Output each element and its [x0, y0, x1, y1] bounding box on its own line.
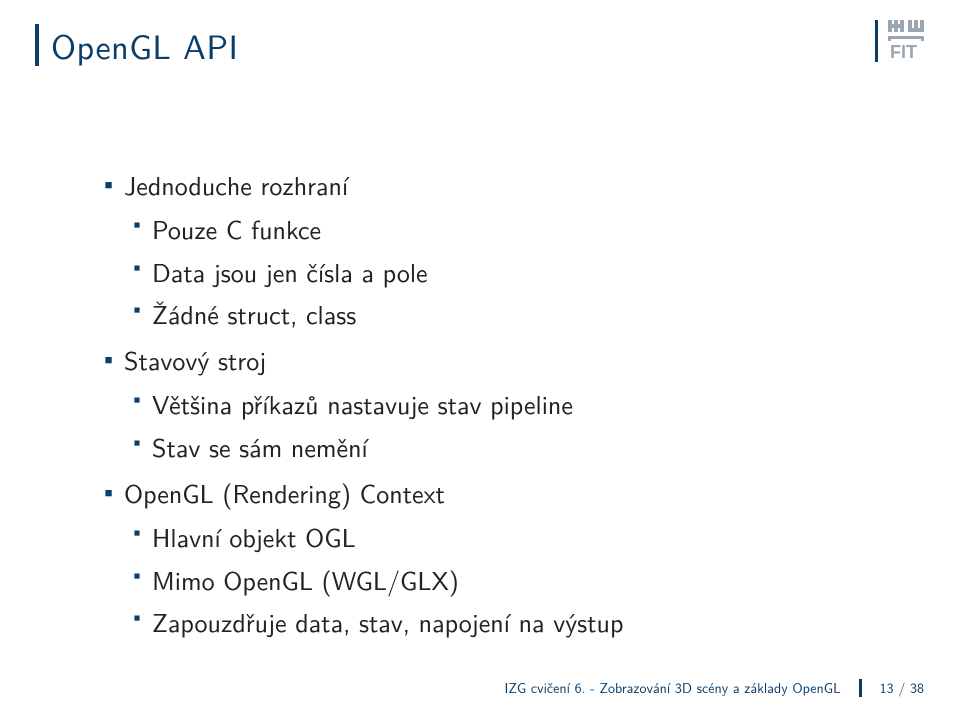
logo-accent-bar	[875, 20, 878, 62]
footer-divider	[859, 679, 862, 697]
slide-content: Jednoduche rozhraní Pouze C funkce Data …	[0, 70, 959, 642]
list-item-text: Jednoduche rozhraní	[124, 166, 348, 204]
list-item: Stavový stroj Většina příkazů nastavuje …	[100, 340, 899, 467]
svg-text:FIT: FIT	[890, 42, 917, 62]
slide-header: OpenGL API FIT	[0, 0, 959, 70]
title-block: OpenGL API	[35, 20, 239, 70]
title-accent-bar	[35, 24, 39, 66]
sub-list-item: Data jsou jen čísla a pole	[124, 252, 899, 292]
footer-text: IZG cvičení 6. - Zobrazování 3D scény a …	[504, 678, 840, 698]
fit-logo-icon: FIT	[888, 20, 924, 62]
page-title: OpenGL API	[51, 20, 239, 70]
list-item-text: Stavový stroj	[124, 341, 266, 379]
list-item: Jednoduche rozhraní Pouze C funkce Data …	[100, 165, 899, 334]
sub-list-item: Žádné struct, class	[124, 294, 899, 334]
logo-block: FIT	[875, 20, 924, 62]
list-item: OpenGL (Rendering) Context Hlavní objekt…	[100, 473, 899, 642]
sub-list: Pouze C funkce Data jsou jen čísla a pol…	[124, 209, 899, 334]
sub-list-item: Stav se sám nemění	[124, 427, 899, 467]
list-item-text: OpenGL (Rendering) Context	[124, 474, 445, 512]
slide-footer: IZG cvičení 6. - Zobrazování 3D scény a …	[0, 678, 959, 698]
sub-list-item: Většina příkazů nastavuje stav pipeline	[124, 384, 899, 424]
footer-page-number: 13 / 38	[880, 678, 924, 698]
bullet-list: Jednoduche rozhraní Pouze C funkce Data …	[100, 165, 899, 642]
sub-list: Hlavní objekt OGL Mimo OpenGL (WGL/GLX) …	[124, 517, 899, 642]
sub-list-item: Zapouzdřuje data, stav, napojení na výst…	[124, 602, 899, 642]
sub-list: Většina příkazů nastavuje stav pipeline …	[124, 384, 899, 467]
sub-list-item: Mimo OpenGL (WGL/GLX)	[124, 560, 899, 600]
sub-list-item: Hlavní objekt OGL	[124, 517, 899, 557]
sub-list-item: Pouze C funkce	[124, 209, 899, 249]
